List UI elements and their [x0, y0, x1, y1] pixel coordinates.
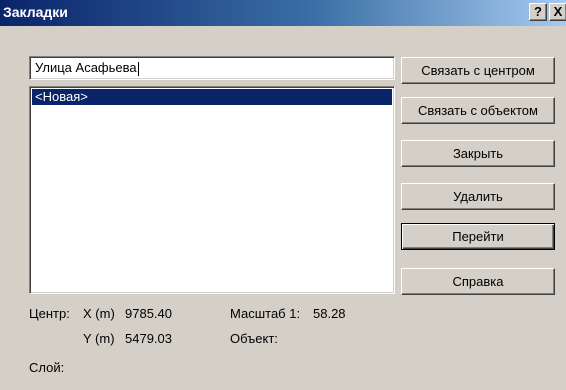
x-label: X (m): [83, 306, 115, 321]
layer-label: Слой:: [29, 360, 65, 375]
bookmark-name-value: Улица Асафьева: [35, 60, 137, 75]
close-button[interactable]: Закрыть: [401, 140, 555, 167]
help-button[interactable]: Справка: [401, 268, 555, 295]
bookmarks-list[interactable]: <Новая>: [29, 86, 395, 294]
scale-label: Масштаб 1:: [230, 306, 301, 321]
y-value: 5479.03: [125, 331, 172, 346]
x-value: 9785.40: [125, 306, 172, 321]
list-item[interactable]: <Новая>: [32, 89, 392, 105]
delete-button[interactable]: Удалить: [401, 183, 555, 210]
link-center-button[interactable]: Связать с центром: [401, 57, 555, 84]
y-label: Y (m): [83, 331, 115, 346]
title-bar[interactable]: Закладки ? X: [0, 0, 566, 26]
bookmarks-dialog: Закладки ? X Улица Асафьева <Новая> Связ…: [0, 0, 566, 390]
object-label: Объект:: [230, 331, 278, 346]
help-question-icon[interactable]: ?: [529, 3, 547, 21]
goto-button[interactable]: Перейти: [401, 223, 555, 250]
close-icon[interactable]: X: [549, 3, 566, 21]
bookmark-name-input[interactable]: Улица Асафьева: [29, 56, 395, 80]
text-caret: [137, 61, 139, 76]
center-label: Центр:: [29, 306, 70, 321]
link-object-button[interactable]: Связать с объектом: [401, 97, 555, 124]
window-title: Закладки: [3, 4, 68, 20]
scale-value: 58.28: [313, 306, 346, 321]
